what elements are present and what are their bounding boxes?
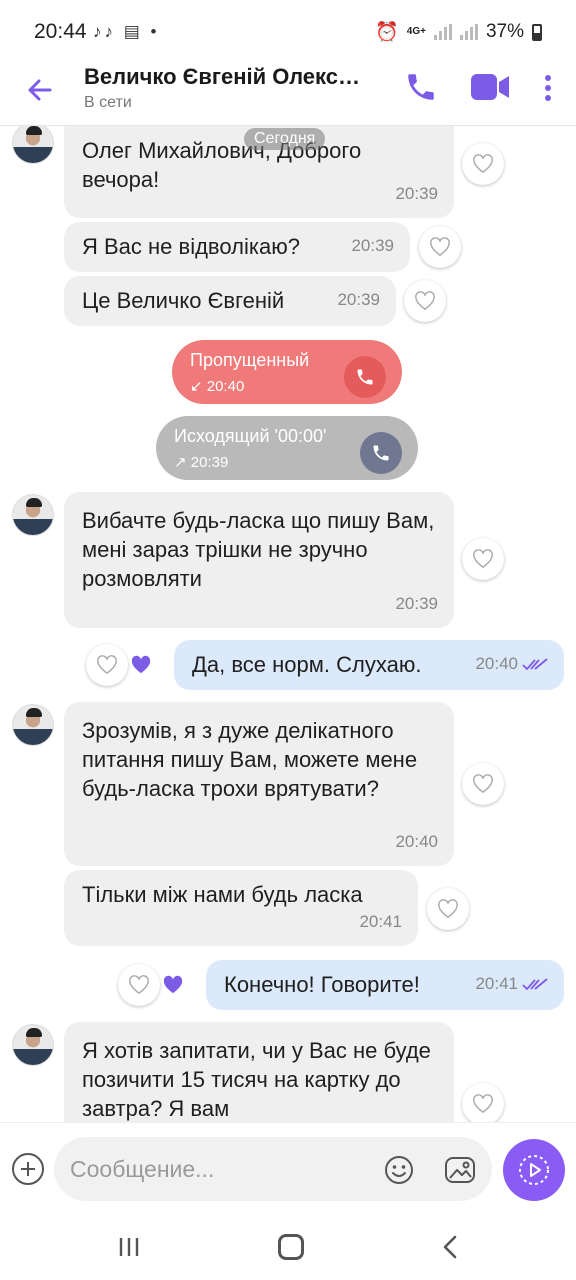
status-right: ⏰ 4G+ 37%	[375, 20, 542, 44]
message-input[interactable]	[54, 1137, 492, 1201]
outgoing-message[interactable]: Да, все норм. Слухаю. 20:40	[174, 640, 564, 690]
avatar[interactable]	[12, 126, 54, 164]
recent-apps-icon[interactable]	[118, 1236, 140, 1258]
network-type: 4G+	[406, 26, 426, 37]
heart-filled-icon	[131, 655, 151, 674]
gallery-icon[interactable]	[444, 1155, 476, 1185]
like-button[interactable]	[462, 143, 504, 185]
heart-outline-icon	[473, 154, 493, 174]
call-back-button[interactable]	[344, 356, 386, 398]
phone-icon	[373, 445, 389, 461]
like-button[interactable]	[404, 280, 446, 322]
add-attachment-icon[interactable]	[12, 1153, 44, 1185]
message-time: 20:40	[475, 649, 548, 678]
home-icon[interactable]	[278, 1234, 304, 1260]
message-time: 20:41	[359, 912, 402, 931]
chat-header: Величко Євгеній Олекс… В сети	[0, 64, 576, 126]
video-call-icon[interactable]	[470, 72, 510, 102]
call-again-button[interactable]	[360, 432, 402, 474]
alarm-icon: ⏰	[375, 22, 399, 43]
avatar[interactable]	[12, 1024, 54, 1066]
incoming-message[interactable]: Це Величко Євгеній 20:39	[64, 276, 396, 326]
signal-icon-2	[459, 24, 478, 40]
avatar[interactable]	[12, 704, 54, 746]
more-options-icon[interactable]	[538, 72, 558, 104]
heart-filled-icon	[163, 975, 183, 994]
message-text: Да, все норм. Слухаю.	[192, 652, 422, 677]
battery-level: 37%	[485, 21, 524, 42]
heart-outline-icon	[438, 899, 458, 919]
send-button[interactable]	[503, 1139, 565, 1201]
message-time: 20:39	[395, 184, 438, 203]
missed-call-item[interactable]: Пропущенный ↙ 20:40	[172, 340, 402, 404]
incoming-message[interactable]: Я хотів запитати, чи у Вас не буде позич…	[64, 1022, 454, 1122]
phone-icon	[357, 369, 373, 385]
message-text: Я Вас не відволікаю?	[82, 234, 300, 259]
heart-outline-icon	[129, 975, 149, 995]
message-text: Вибачте будь-ласка що пишу Вам, мені зар…	[82, 508, 435, 591]
message-time: 20:41	[475, 969, 548, 998]
incoming-message[interactable]: Я Вас не відволікаю? 20:39	[64, 222, 410, 272]
contact-name[interactable]: Величко Євгеній Олекс…	[84, 64, 384, 90]
message-text: Я хотів запитати, чи у Вас не буде позич…	[82, 1038, 431, 1121]
heart-outline-icon	[473, 1094, 493, 1114]
message-list[interactable]: Сегодня Олег Михайлович, Доброго вечора!…	[0, 126, 576, 1122]
contact-status: В сети	[84, 94, 132, 111]
back-arrow-icon[interactable]	[24, 74, 56, 106]
heart-outline-icon	[473, 774, 493, 794]
message-text: Зрозумів, я з дуже делікатного питання п…	[82, 718, 418, 801]
incoming-message[interactable]: Вибачте будь-ласка що пишу Вам, мені зар…	[64, 492, 454, 628]
outgoing-message[interactable]: Конечно! Говорите! 20:41	[206, 960, 564, 1010]
like-button[interactable]	[462, 1083, 504, 1122]
battery-icon	[532, 23, 542, 41]
send-icon	[519, 1155, 549, 1185]
like-button[interactable]	[427, 888, 469, 930]
like-button[interactable]	[462, 538, 504, 580]
message-time: 20:39	[395, 594, 438, 613]
message-text: Конечно! Говорите!	[224, 972, 420, 997]
avatar[interactable]	[12, 494, 54, 536]
heart-outline-icon	[97, 655, 117, 675]
read-ticks-icon	[522, 657, 548, 670]
system-nav-bar	[0, 1218, 576, 1280]
outgoing-call-item[interactable]: Исходящий '00:00' ↗ 20:39	[156, 416, 418, 480]
like-button[interactable]	[462, 763, 504, 805]
message-time: 20:39	[351, 236, 394, 255]
signal-icon	[433, 24, 452, 40]
status-bar: 20:44 ♪♪ ▤ • ⏰ 4G+ 37%	[0, 0, 576, 64]
notification-icons: ♪♪ ▤ •	[93, 22, 160, 41]
incoming-message[interactable]: Зрозумів, я з дуже делікатного питання п…	[64, 702, 454, 866]
status-time: 20:44	[34, 20, 87, 43]
message-time: 20:40	[395, 832, 438, 851]
message-time: 20:39	[337, 290, 380, 309]
nav-back-icon[interactable]	[440, 1234, 460, 1260]
liked-indicator	[152, 964, 194, 1006]
heart-outline-icon	[415, 291, 435, 311]
read-ticks-icon	[522, 977, 548, 990]
phone-call-icon[interactable]	[404, 70, 438, 104]
message-composer	[0, 1122, 576, 1218]
message-text: Це Величко Євгеній	[82, 288, 285, 313]
heart-outline-icon	[430, 237, 450, 257]
date-chip: Сегодня	[244, 128, 326, 150]
liked-indicator	[120, 644, 162, 686]
emoji-icon[interactable]	[384, 1155, 414, 1185]
incoming-message[interactable]: Тільки між нами будь ласка 20:41	[64, 870, 418, 946]
heart-outline-icon	[473, 549, 493, 569]
message-text: Тільки між нами будь ласка	[82, 882, 363, 907]
like-button[interactable]	[419, 226, 461, 268]
